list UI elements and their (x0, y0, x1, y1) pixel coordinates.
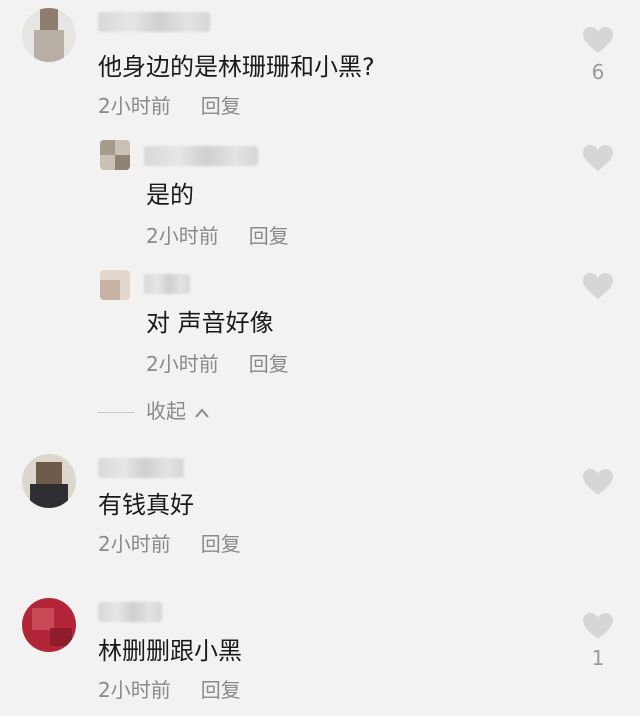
like-count: 6 (591, 60, 605, 84)
reply-button[interactable]: 回复 (249, 224, 289, 248)
heart-icon (583, 469, 613, 495)
timestamp: 2小时前 (146, 352, 219, 376)
reply-text: 对 声音好像 (146, 309, 274, 337)
username-blurred[interactable] (98, 12, 210, 32)
collapse-label: 收起 (146, 399, 186, 423)
like-button[interactable]: 1 (582, 612, 614, 670)
like-button[interactable] (582, 272, 614, 300)
comment-text: 有钱真好 (98, 491, 194, 519)
avatar[interactable] (100, 140, 130, 170)
timestamp: 2小时前 (98, 532, 171, 556)
like-count: 1 (591, 646, 605, 670)
username-blurred[interactable] (98, 602, 162, 622)
username-blurred[interactable] (98, 458, 184, 478)
heart-icon (583, 273, 613, 299)
reply-meta: 2小时前 回复 (146, 224, 289, 248)
timestamp: 2小时前 (146, 224, 219, 248)
timestamp: 2小时前 (98, 678, 171, 702)
reply-meta: 2小时前 回复 (146, 352, 289, 376)
chevron-up-icon (195, 407, 210, 418)
comment-text: 林删删跟小黑 (98, 637, 242, 665)
heart-icon (583, 27, 613, 53)
comment-meta: 2小时前 回复 (98, 94, 241, 118)
heart-icon (583, 613, 613, 639)
comment-meta: 2小时前 回复 (98, 532, 241, 556)
heart-icon (583, 145, 613, 171)
avatar[interactable] (100, 270, 130, 300)
reply-button[interactable]: 回复 (201, 532, 241, 556)
like-button[interactable]: 6 (582, 26, 614, 84)
reply-button[interactable]: 回复 (201, 678, 241, 702)
avatar[interactable] (22, 8, 76, 62)
like-button[interactable] (582, 144, 614, 172)
reply-text: 是的 (146, 181, 194, 209)
reply-button[interactable]: 回复 (249, 352, 289, 376)
comment-meta: 2小时前 回复 (98, 678, 241, 702)
reply-button[interactable]: 回复 (201, 94, 241, 118)
divider-line (98, 412, 134, 413)
username-blurred[interactable] (144, 146, 258, 166)
like-button[interactable] (582, 468, 614, 496)
collapse-replies-button[interactable]: 收起 (98, 398, 210, 424)
username-blurred[interactable] (144, 274, 190, 294)
timestamp: 2小时前 (98, 94, 171, 118)
avatar[interactable] (22, 598, 76, 652)
comment-text: 他身边的是林珊珊和小黑? (98, 53, 375, 81)
avatar[interactable] (22, 454, 76, 508)
